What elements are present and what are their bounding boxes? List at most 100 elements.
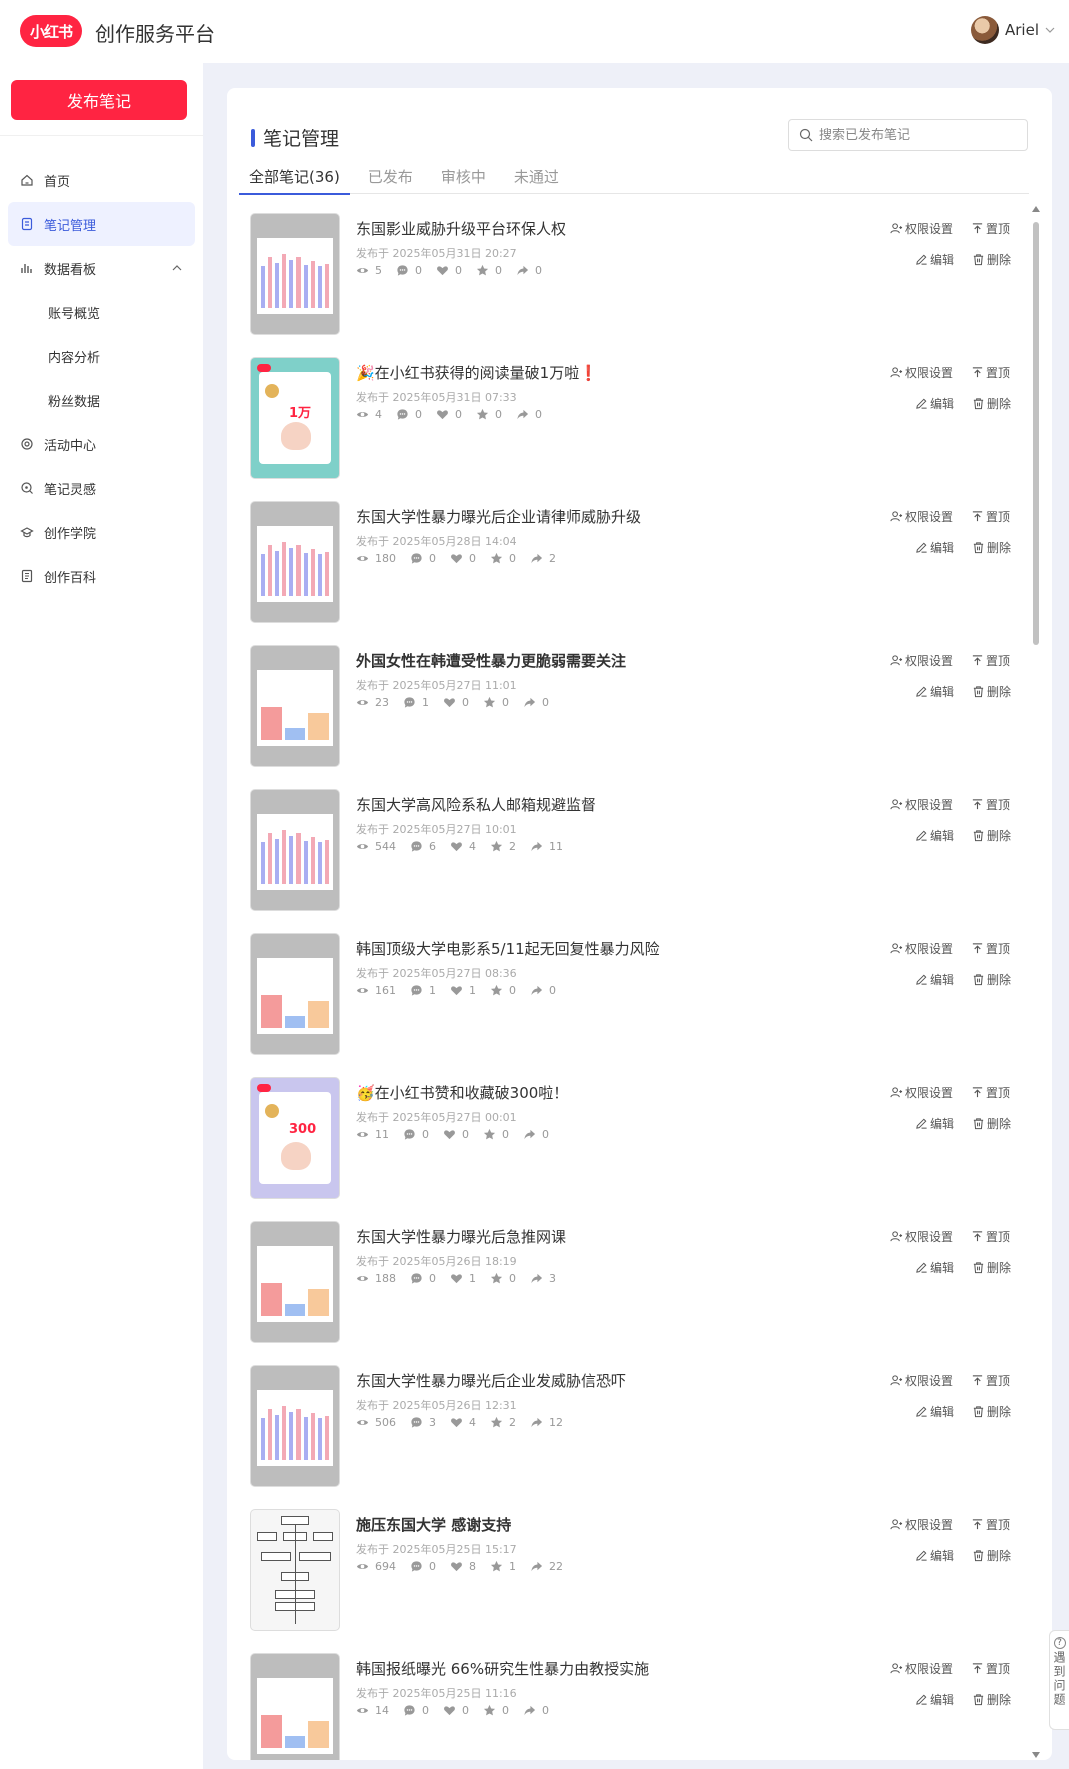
delete-button[interactable]: 删除 bbox=[972, 1547, 1011, 1564]
stat-comments: 0 bbox=[403, 1128, 429, 1141]
note-title[interactable]: 韩国报纸曝光 66%研究生性暴力由教授实施 bbox=[356, 1658, 649, 1679]
search-input[interactable] bbox=[819, 127, 1009, 143]
user-permission-icon bbox=[890, 655, 903, 666]
edit-button[interactable]: 编辑 bbox=[915, 827, 954, 844]
tab-1[interactable]: 已发布 bbox=[358, 164, 423, 194]
scroll-up-arrow[interactable] bbox=[1032, 206, 1040, 212]
pin-button[interactable]: 置顶 bbox=[971, 1372, 1010, 1389]
pin-button[interactable]: 置顶 bbox=[971, 796, 1010, 813]
search-box[interactable] bbox=[788, 119, 1028, 151]
edit-button[interactable]: 编辑 bbox=[915, 395, 954, 412]
note-title[interactable]: 东国大学性暴力曝光后企业请律师威胁升级 bbox=[356, 506, 641, 527]
note-title[interactable]: 东国影业威胁升级平台环保人权 bbox=[356, 218, 566, 239]
note-title[interactable]: 外国女性在韩遭受性暴力更脆弱需要关注 bbox=[356, 650, 626, 671]
sidebar-item-5[interactable]: 粉丝数据 bbox=[8, 378, 195, 422]
note-title[interactable]: 🎉在小红书获得的阅读量破1万啦❗ bbox=[356, 362, 598, 383]
note-title[interactable]: 施压东国大学 感谢支持 bbox=[356, 1514, 511, 1535]
publish-note-button[interactable]: 发布笔记 bbox=[11, 80, 187, 120]
delete-button[interactable]: 删除 bbox=[972, 1403, 1011, 1420]
pin-button[interactable]: 置顶 bbox=[971, 508, 1010, 525]
note-thumbnail[interactable] bbox=[251, 1222, 339, 1342]
permission-settings-button[interactable]: 权限设置 bbox=[890, 796, 953, 813]
edit-button[interactable]: 编辑 bbox=[915, 1691, 954, 1708]
pin-button[interactable]: 置顶 bbox=[971, 940, 1010, 957]
user-name[interactable]: Ariel bbox=[1005, 21, 1039, 39]
action-label: 置顶 bbox=[986, 942, 1011, 956]
permission-settings-button[interactable]: 权限设置 bbox=[890, 1516, 953, 1533]
pin-button[interactable]: 置顶 bbox=[971, 364, 1010, 381]
tab-3[interactable]: 未通过 bbox=[504, 164, 569, 194]
scrollbar[interactable] bbox=[1031, 206, 1041, 1758]
avatar[interactable] bbox=[971, 16, 999, 44]
edit-button[interactable]: 编辑 bbox=[915, 1115, 954, 1132]
sidebar-item-4[interactable]: 内容分析 bbox=[8, 334, 195, 378]
user-menu[interactable]: Ariel bbox=[971, 16, 1055, 44]
note-thumbnail[interactable]: 1万 bbox=[251, 358, 339, 478]
sidebar-item-2[interactable]: 数据看板 bbox=[8, 246, 195, 290]
sidebar-item-7[interactable]: 笔记灵感 bbox=[8, 466, 195, 510]
permission-settings-button[interactable]: 权限设置 bbox=[890, 940, 953, 957]
sidebar-item-1[interactable]: 笔记管理 bbox=[8, 202, 195, 246]
edit-button[interactable]: 编辑 bbox=[915, 1403, 954, 1420]
delete-button[interactable]: 删除 bbox=[972, 827, 1011, 844]
sidebar-item-3[interactable]: 账号概览 bbox=[8, 290, 195, 334]
edit-button[interactable]: 编辑 bbox=[915, 1259, 954, 1276]
share-icon bbox=[531, 841, 543, 852]
permission-settings-button[interactable]: 权限设置 bbox=[890, 1228, 953, 1245]
note-title[interactable]: 东国大学性暴力曝光后企业发威胁信恐吓 bbox=[356, 1370, 626, 1391]
permission-settings-button[interactable]: 权限设置 bbox=[890, 1372, 953, 1389]
note-thumbnail[interactable] bbox=[251, 1654, 339, 1760]
delete-button[interactable]: 删除 bbox=[972, 1115, 1011, 1132]
pin-button[interactable]: 置顶 bbox=[971, 1084, 1010, 1101]
help-tab[interactable]: ? 遇到问题 bbox=[1049, 1630, 1069, 1730]
delete-button[interactable]: 删除 bbox=[972, 395, 1011, 412]
scroll-down-arrow[interactable] bbox=[1032, 1752, 1040, 1758]
pin-button[interactable]: 置顶 bbox=[971, 220, 1010, 237]
note-thumbnail[interactable] bbox=[251, 646, 339, 766]
pin-button[interactable]: 置顶 bbox=[971, 652, 1010, 669]
delete-button[interactable]: 删除 bbox=[972, 251, 1011, 268]
tab-2[interactable]: 审核中 bbox=[431, 164, 496, 194]
stat-value: 0 bbox=[422, 1128, 429, 1141]
permission-settings-button[interactable]: 权限设置 bbox=[890, 1660, 953, 1677]
permission-settings-button[interactable]: 权限设置 bbox=[890, 220, 953, 237]
chevron-up-icon[interactable] bbox=[171, 263, 183, 273]
sidebar-item-0[interactable]: 首页 bbox=[8, 158, 195, 202]
permission-settings-button[interactable]: 权限设置 bbox=[890, 364, 953, 381]
note-thumbnail[interactable] bbox=[251, 1510, 339, 1630]
note-thumbnail[interactable] bbox=[251, 214, 339, 334]
permission-settings-button[interactable]: 权限设置 bbox=[890, 652, 953, 669]
delete-button[interactable]: 删除 bbox=[972, 1691, 1011, 1708]
tab-0[interactable]: 全部笔记(36) bbox=[239, 164, 350, 195]
note-thumbnail[interactable] bbox=[251, 502, 339, 622]
pin-button[interactable]: 置顶 bbox=[971, 1660, 1010, 1677]
delete-button[interactable]: 删除 bbox=[972, 1259, 1011, 1276]
permission-settings-button[interactable]: 权限设置 bbox=[890, 1084, 953, 1101]
comment-icon bbox=[411, 553, 422, 564]
pin-button[interactable]: 置顶 bbox=[971, 1228, 1010, 1245]
delete-button[interactable]: 删除 bbox=[972, 971, 1011, 988]
sidebar-item-8[interactable]: 创作学院 bbox=[8, 510, 195, 554]
sidebar-item-9[interactable]: 创作百科 bbox=[8, 554, 195, 598]
sidebar-item-6[interactable]: 活动中心 bbox=[8, 422, 195, 466]
note-thumbnail[interactable] bbox=[251, 934, 339, 1054]
note-thumbnail[interactable] bbox=[251, 1366, 339, 1486]
edit-button[interactable]: 编辑 bbox=[915, 683, 954, 700]
note-title[interactable]: 🥳在小红书赞和收藏破300啦！ bbox=[356, 1082, 568, 1103]
delete-button[interactable]: 删除 bbox=[972, 539, 1011, 556]
note-thumbnail[interactable] bbox=[251, 790, 339, 910]
delete-button[interactable]: 删除 bbox=[972, 683, 1011, 700]
note-title[interactable]: 韩国顶级大学电影系5/11起无回复性暴力风险 bbox=[356, 938, 660, 959]
permission-settings-button[interactable]: 权限设置 bbox=[890, 508, 953, 525]
note-title[interactable]: 东国大学性暴力曝光后急推网课 bbox=[356, 1226, 566, 1247]
note-thumbnail[interactable]: 300 bbox=[251, 1078, 339, 1198]
xiaohongshu-logo[interactable]: 小红书 bbox=[20, 15, 82, 47]
note-title[interactable]: 东国大学高风险系私人邮箱规避监督 bbox=[356, 794, 596, 815]
pin-button[interactable]: 置顶 bbox=[971, 1516, 1010, 1533]
scrollbar-thumb[interactable] bbox=[1033, 222, 1039, 645]
edit-button[interactable]: 编辑 bbox=[915, 1547, 954, 1564]
edit-button[interactable]: 编辑 bbox=[915, 971, 954, 988]
chevron-down-icon[interactable] bbox=[1045, 25, 1055, 35]
edit-button[interactable]: 编辑 bbox=[915, 251, 954, 268]
edit-button[interactable]: 编辑 bbox=[915, 539, 954, 556]
